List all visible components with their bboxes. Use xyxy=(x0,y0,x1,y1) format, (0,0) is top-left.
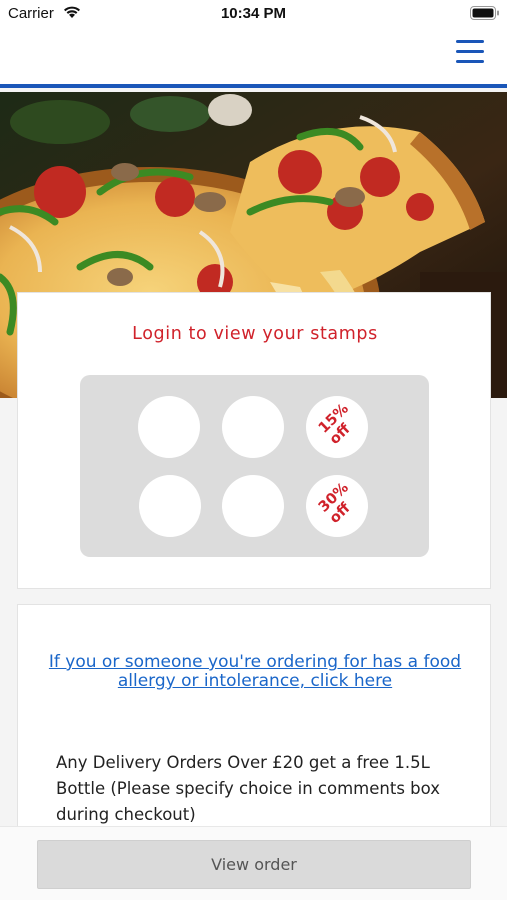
stamp-slot xyxy=(222,475,284,537)
battery-icon xyxy=(470,6,499,20)
allergy-info-link[interactable]: If you or someone you're ordering for ha… xyxy=(38,653,472,691)
stamp-card: Login to view your stamps 15% off 30% of… xyxy=(17,292,491,589)
stamp-card-title[interactable]: Login to view your stamps xyxy=(18,324,492,344)
delivery-promo-text: Any Delivery Orders Over £20 get a free … xyxy=(56,753,440,824)
hamburger-menu-icon[interactable] xyxy=(456,40,484,66)
stamp-slot xyxy=(139,475,201,537)
stamp-slot xyxy=(222,396,284,458)
view-order-button[interactable]: View order xyxy=(37,840,471,889)
info-card: If you or someone you're ordering for ha… xyxy=(17,604,491,844)
stamp-reward-15-off: 15% off xyxy=(306,396,368,458)
clock-label: 10:34 PM xyxy=(220,5,287,22)
status-bar: Carrier 10:34 PM xyxy=(0,0,507,30)
stamp-grid: 15% off 30% off xyxy=(80,375,429,557)
app-header xyxy=(0,30,507,88)
stamp-reward-30-off: 30% off xyxy=(306,475,368,537)
stamp-slot xyxy=(138,396,200,458)
bottom-bar: View order xyxy=(0,826,507,900)
